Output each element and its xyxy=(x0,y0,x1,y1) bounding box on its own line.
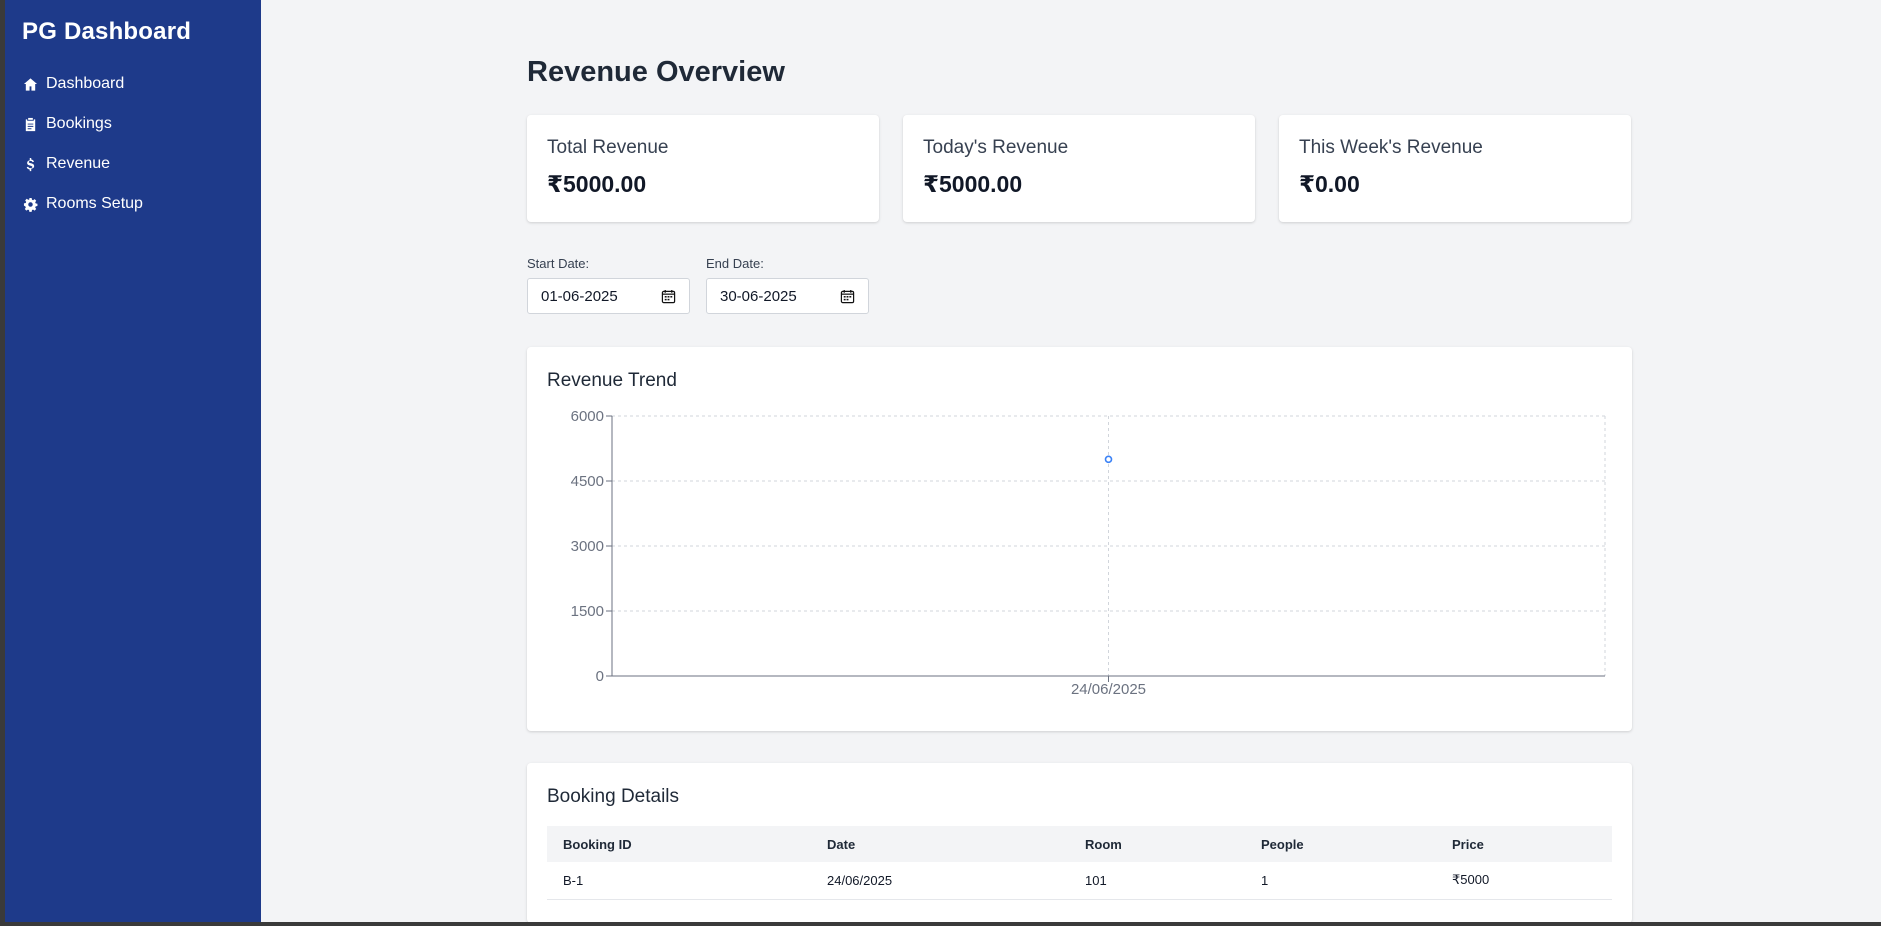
stat-label: Today's Revenue xyxy=(923,137,1069,158)
chart-title: Revenue Trend xyxy=(547,370,677,391)
sidebar-item-label: Dashboard xyxy=(46,75,125,92)
app-window: PG Dashboard Dashboard Bookings Revenue … xyxy=(5,0,1881,922)
stat-value: ₹0.00 xyxy=(1299,171,1360,197)
dollar-icon xyxy=(22,156,38,172)
y-tick-label: 4500 xyxy=(571,473,604,490)
sidebar-item-label: Rooms Setup xyxy=(46,195,143,212)
stat-card-today-revenue: Today's Revenue ₹5000.00 xyxy=(903,115,1255,222)
y-tick-label: 0 xyxy=(596,668,604,685)
y-tick-label: 6000 xyxy=(571,408,604,425)
home-icon xyxy=(22,76,38,92)
stat-value: ₹5000.00 xyxy=(547,171,647,197)
data-point xyxy=(1104,455,1113,464)
x-tick-label: 24/06/2025 xyxy=(1071,681,1146,698)
sidebar-item-rooms-setup[interactable]: Rooms Setup xyxy=(22,184,244,224)
sidebar: PG Dashboard Dashboard Bookings Revenue … xyxy=(5,0,261,922)
column-header: Booking ID xyxy=(563,836,632,852)
table-cell: 101 xyxy=(1069,862,1245,900)
sidebar-item-bookings[interactable]: Bookings xyxy=(22,104,244,144)
clipboard-icon xyxy=(22,116,38,132)
page-title: Revenue Overview xyxy=(527,56,785,88)
y-tick-label: 1500 xyxy=(571,603,604,620)
table-cell: B-1 xyxy=(547,862,811,900)
end-date-input[interactable]: 30-06-2025 xyxy=(706,278,869,314)
stat-card-total-revenue: Total Revenue ₹5000.00 xyxy=(527,115,879,222)
column-header: Room xyxy=(1085,836,1122,852)
table-cell: 24/06/2025 xyxy=(811,862,1069,900)
sidebar-item-revenue[interactable]: Revenue xyxy=(22,144,244,184)
sidebar-item-label: Revenue xyxy=(46,155,111,172)
y-tick-label: 3000 xyxy=(571,538,604,555)
table-cell: ₹5000 xyxy=(1436,862,1612,900)
column-header: Price xyxy=(1452,836,1484,852)
calendar-icon[interactable] xyxy=(661,289,676,304)
gear-icon xyxy=(22,196,38,212)
end-date-value: 30-06-2025 xyxy=(720,287,797,305)
start-date-group: Start Date: 01-06-2025 xyxy=(527,256,690,314)
table-cell: 1 xyxy=(1245,862,1436,900)
calendar-icon[interactable] xyxy=(840,289,855,304)
start-date-value: 01-06-2025 xyxy=(541,287,618,305)
stat-label: This Week's Revenue xyxy=(1299,137,1483,158)
revenue-trend-chart: 0 1500 3000 4500 6000 24/06/2025 xyxy=(571,408,1606,698)
column-header: Date xyxy=(827,836,856,852)
table-title: Booking Details xyxy=(547,786,680,807)
booking-details-card: Booking Details Booking ID Date Room Peo… xyxy=(527,763,1632,922)
stat-label: Total Revenue xyxy=(547,137,669,158)
revenue-trend-card: 0 1500 3000 4500 6000 24/06/2025 Revenue Tren… xyxy=(527,347,1632,731)
stat-card-week-revenue: This Week's Revenue ₹0.00 xyxy=(1279,115,1631,222)
end-date-group: End Date: 30-06-2025 xyxy=(706,256,869,314)
start-date-label: Start Date: xyxy=(527,256,590,271)
start-date-input[interactable]: 01-06-2025 xyxy=(527,278,690,314)
sidebar-item-dashboard[interactable]: Dashboard xyxy=(22,64,244,104)
table-header-row: Booking ID Date Room People Price xyxy=(547,826,1612,862)
stat-value: ₹5000.00 xyxy=(923,171,1023,197)
end-date-label: End Date: xyxy=(706,256,764,271)
brand-title: PG Dashboard xyxy=(22,18,192,45)
table-row: B-1 24/06/2025 101 1 ₹5000 xyxy=(547,862,1612,900)
sidebar-item-label: Bookings xyxy=(46,115,112,132)
column-header: People xyxy=(1261,836,1304,852)
booking-table: Booking ID Date Room People Price B-1 24… xyxy=(547,826,1612,900)
